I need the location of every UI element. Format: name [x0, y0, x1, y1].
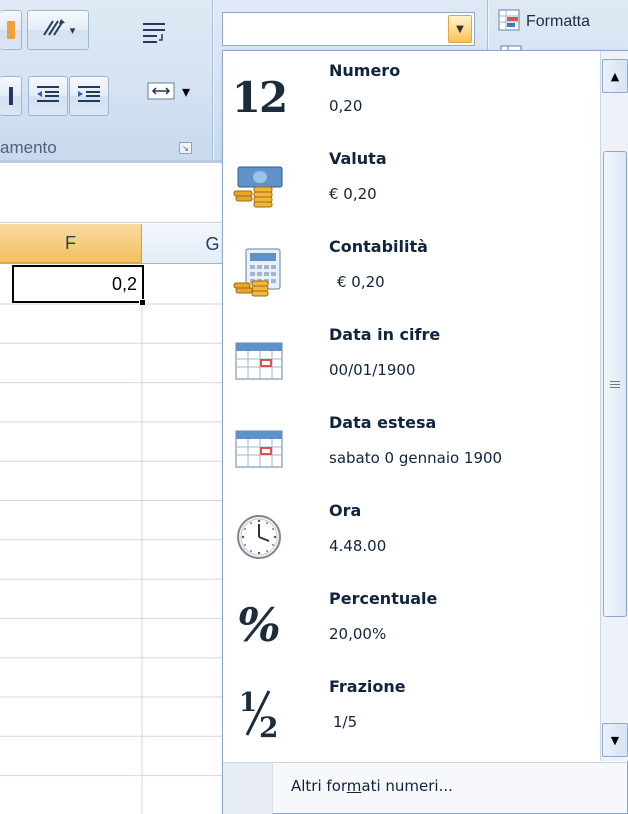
svg-text:1: 1 — [239, 688, 257, 718]
merge-center-icon — [147, 82, 175, 100]
active-cell-f[interactable]: 0,2 — [12, 265, 144, 303]
format-name: Data estesa — [329, 413, 437, 432]
orientation-icon — [41, 17, 67, 43]
format-name: Ora — [329, 501, 362, 520]
group-separator — [212, 0, 213, 160]
scroll-thumb[interactable] — [603, 151, 627, 617]
number-12-icon: 12 — [231, 69, 288, 125]
wrap-text-large-icon — [143, 23, 165, 43]
percent-icon: % — [231, 597, 287, 653]
grip-icon — [610, 380, 620, 388]
number-12-glyph: 12 — [231, 72, 288, 122]
svg-text:2: 2 — [259, 711, 278, 741]
cell-value: 0,2 — [111, 273, 137, 294]
format-preview: sabato 0 gennaio 1900 — [329, 449, 503, 467]
format-item-percentuale[interactable]: % Percentuale 20,00% — [223, 585, 599, 673]
increase-indent-button[interactable] — [69, 76, 109, 116]
fraction-icon: 1 2 — [231, 685, 287, 741]
gallery-scrollbar[interactable]: ▲ ▼ — [600, 51, 628, 761]
format-item-contabilita[interactable]: Contabilità € 0,20 — [223, 233, 599, 321]
format-item-ora[interactable]: Ora 4.48.00 — [223, 497, 599, 585]
format-item-data-estesa[interactable]: Data estesa sabato 0 gennaio 1900 — [223, 409, 599, 497]
format-name: Percentuale — [329, 589, 438, 608]
wrap-text-icon — [6, 21, 15, 39]
triangle-up-icon: ▲ — [610, 69, 620, 83]
percent-glyph: % — [237, 598, 281, 652]
format-item-frazione[interactable]: 1 2 Frazione 1/5 — [223, 673, 599, 761]
format-preview: € 0,20 — [329, 185, 377, 203]
scroll-up-button[interactable]: ▲ — [602, 59, 628, 93]
dialog-launcher-icon[interactable]: ↘ — [179, 142, 192, 154]
format-preview: € 0,20 — [337, 273, 385, 291]
fill-handle[interactable] — [139, 299, 146, 306]
format-preview: 00/01/1900 — [329, 361, 416, 379]
triangle-down-icon: ▼ — [610, 733, 620, 747]
wrap-text-large-button[interactable] — [134, 16, 174, 50]
format-preview: 4.48.00 — [329, 537, 387, 555]
orientation-button[interactable]: ▾ — [27, 10, 89, 50]
format-name: Frazione — [329, 677, 406, 696]
gallery-list: 12 Numero 0,20 Valuta € 0,20 Contabilità… — [223, 51, 599, 761]
format-name: Data in cifre — [329, 325, 441, 344]
format-preview: 20,00% — [329, 625, 387, 643]
format-item-valuta[interactable]: Valuta € 0,20 — [223, 145, 599, 233]
decrease-indent-icon — [35, 84, 61, 108]
number-format-combo[interactable]: ▼ — [222, 12, 475, 46]
number-format-dropdown-button[interactable]: ▼ — [448, 15, 472, 43]
gallery-footer: Altri formati numeri... — [223, 762, 627, 814]
more-number-formats-link[interactable]: Altri formati numeri... — [291, 777, 453, 795]
conditional-formatting-label: Formatta — [526, 13, 591, 30]
format-name: Valuta — [329, 149, 387, 168]
number-format-gallery: 12 Numero 0,20 Valuta € 0,20 Contabilità… — [222, 50, 628, 814]
format-preview: 0,20 — [329, 97, 363, 115]
chevron-down-icon: ▼ — [456, 23, 464, 35]
increase-indent-icon — [76, 84, 102, 108]
short-date-icon — [231, 333, 287, 389]
footer-icon-gutter — [223, 763, 273, 814]
merge-center-button[interactable]: ▾ — [138, 74, 198, 108]
format-item-data-in-cifre[interactable]: Data in cifre 00/01/1900 — [223, 321, 599, 409]
alignment-group-label: amento — [0, 138, 57, 157]
format-name: Numero — [329, 61, 401, 80]
chevron-down-icon: ▾ — [69, 23, 76, 37]
align-right-icon — [8, 87, 13, 105]
number-format-input[interactable] — [227, 17, 447, 41]
format-name: Contabilità — [329, 237, 428, 256]
format-item-numero[interactable]: 12 Numero 0,20 — [223, 57, 599, 145]
wrap-text-button[interactable] — [0, 10, 22, 50]
format-preview: 1/5 — [333, 713, 358, 731]
conditional-formatting-icon — [498, 9, 520, 36]
decrease-indent-button[interactable] — [28, 76, 68, 116]
clock-icon — [231, 509, 287, 565]
accounting-icon — [231, 245, 287, 301]
currency-icon — [231, 157, 287, 213]
left-edge-button[interactable] — [0, 76, 22, 116]
conditional-formatting-button[interactable]: Formatta — [498, 8, 628, 36]
scroll-down-button[interactable]: ▼ — [602, 723, 628, 757]
long-date-icon — [231, 421, 287, 477]
chevron-down-icon: ▾ — [181, 81, 191, 101]
